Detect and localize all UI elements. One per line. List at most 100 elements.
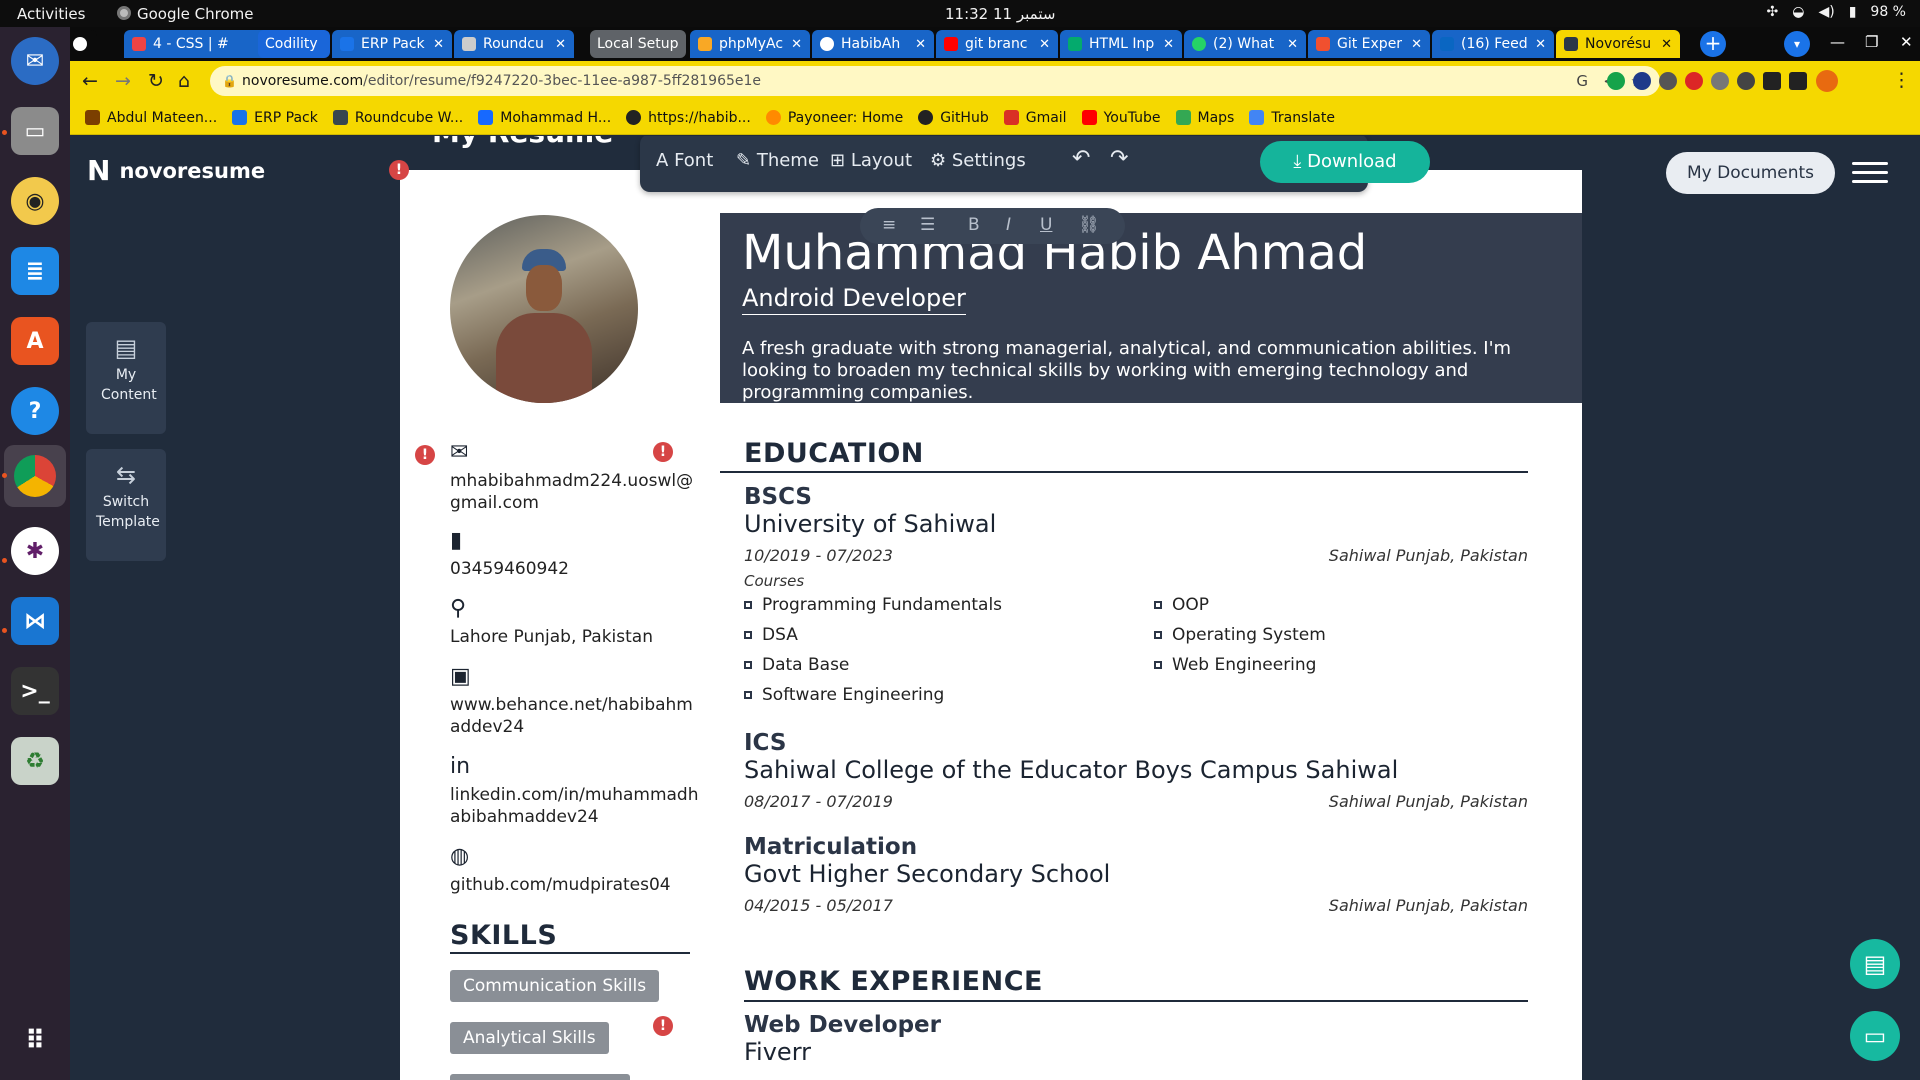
skills-heading[interactable]: SKILLS xyxy=(450,920,557,951)
error-indicator-icon[interactable]: ! xyxy=(389,160,409,180)
error-indicator-icon[interactable]: ! xyxy=(653,442,673,462)
close-icon[interactable]: ✕ xyxy=(1535,37,1546,52)
close-icon[interactable]: ✕ xyxy=(1661,37,1672,52)
extension-icon[interactable] xyxy=(1633,72,1651,90)
bookmark-item[interactable]: ERP Pack xyxy=(232,110,318,126)
work-title[interactable]: Web Developer xyxy=(744,1012,941,1038)
tab-9[interactable]: (2) What ✕ xyxy=(1184,30,1306,58)
tab-7[interactable]: git branc ✕ xyxy=(936,30,1058,58)
app-menu[interactable]: Google Chrome xyxy=(118,5,254,23)
bookmark-item[interactable]: GitHub xyxy=(918,110,989,126)
close-icon[interactable]: ✕ xyxy=(915,37,926,52)
show-apps-icon[interactable]: ⠿ xyxy=(11,1017,59,1065)
contact-location[interactable]: ⚲ Lahore Punjab, Pakistan xyxy=(450,598,700,648)
redo-icon[interactable]: ↷ xyxy=(1110,146,1128,171)
align-left-icon[interactable]: ≡ xyxy=(882,215,896,235)
contact-behance[interactable]: ▣ www.behance.net/habibahmaddev24 xyxy=(450,666,700,738)
education-dates[interactable]: 10/2019 - 07/2023 xyxy=(744,546,893,565)
new-tab-button[interactable]: + xyxy=(1700,31,1726,57)
contact-linkedin[interactable]: in linkedin.com/in/muhammadhabibahmaddev2… xyxy=(450,756,700,828)
education-dates[interactable]: 04/2015 - 05/2017 xyxy=(744,896,893,915)
tab-search-g[interactable] xyxy=(73,30,97,58)
course-item[interactable]: Operating System xyxy=(1154,625,1326,645)
tab-8[interactable]: HTML Inp ✕ xyxy=(1060,30,1182,58)
chat-floating-button[interactable]: ▭ xyxy=(1850,1011,1900,1061)
bookmark-item[interactable]: Translate xyxy=(1249,110,1335,126)
profile-avatar[interactable] xyxy=(1816,70,1838,92)
chrome-menu-icon[interactable]: ⋮ xyxy=(1892,69,1911,91)
slack-icon[interactable]: ✱ xyxy=(11,527,59,575)
bookmark-item[interactable]: Gmail xyxy=(1003,110,1067,126)
review-floating-button[interactable]: ▤ xyxy=(1850,939,1900,989)
underline-icon[interactable]: U xyxy=(1040,215,1052,235)
my-documents-button[interactable]: My Documents xyxy=(1666,152,1835,194)
tab-11[interactable]: (16) Feed ✕ xyxy=(1432,30,1554,58)
address-bar[interactable]: 🔒 novoresume.com/editor/resume/f9247220-… xyxy=(210,66,1660,96)
error-indicator-icon[interactable]: ! xyxy=(653,1016,673,1036)
bookmark-item[interactable]: Roundcube W... xyxy=(332,110,463,126)
course-item[interactable]: Programming Fundamentals xyxy=(744,595,1002,615)
skill-pill-partial[interactable] xyxy=(450,1074,630,1080)
tab-10[interactable]: Git Exper ✕ xyxy=(1308,30,1430,58)
bold-icon[interactable]: B xyxy=(968,215,980,235)
education-location[interactable]: Sahiwal Punjab, Pakistan xyxy=(1300,896,1528,915)
education-location[interactable]: Sahiwal Punjab, Pakistan xyxy=(1300,546,1528,565)
tab-5[interactable]: phpMyAc ✕ xyxy=(690,30,810,58)
education-dates[interactable]: 08/2017 - 07/2019 xyxy=(744,792,893,811)
work-company[interactable]: Fiverr xyxy=(744,1038,811,1066)
undo-icon[interactable]: ↶ xyxy=(1072,146,1090,171)
skill-pill[interactable]: Communication Skills xyxy=(450,970,660,1002)
vscode-icon[interactable]: ⋈ xyxy=(11,597,59,645)
italic-icon[interactable]: I xyxy=(1006,215,1011,235)
software-store-icon[interactable]: A xyxy=(11,317,59,365)
bookmark-item[interactable]: Mohammad H... xyxy=(478,110,611,126)
chrome-dock-icon[interactable] xyxy=(4,445,66,507)
forward-icon[interactable]: → xyxy=(115,70,131,92)
close-icon[interactable]: ✕ xyxy=(791,37,802,52)
course-item[interactable]: OOP xyxy=(1154,595,1209,615)
hamburger-menu-icon[interactable] xyxy=(1852,162,1888,189)
close-icon[interactable]: ✕ xyxy=(555,37,566,52)
bookmark-item[interactable]: Abdul Mateen... xyxy=(85,110,217,126)
bookmark-item[interactable]: Payoneer: Home xyxy=(765,110,903,126)
close-icon[interactable]: ✕ xyxy=(1163,37,1174,52)
education-degree[interactable]: ICS xyxy=(744,730,786,756)
extension-icon[interactable] xyxy=(1685,72,1703,90)
education-institution[interactable]: Govt Higher Secondary School xyxy=(744,860,1110,888)
reload-icon[interactable]: ↻ xyxy=(148,70,164,92)
novoresume-logo[interactable]: Nnovoresume xyxy=(87,154,265,187)
extension-icon[interactable] xyxy=(1737,72,1755,90)
education-location[interactable]: Sahiwal Punjab, Pakistan xyxy=(1300,792,1528,811)
skill-pill[interactable]: Analytical Skills xyxy=(450,1022,609,1054)
resume-role[interactable]: Android Developer xyxy=(742,284,966,315)
theme-button[interactable]: ✎ Theme xyxy=(736,150,819,171)
education-institution[interactable]: University of Sahiwal xyxy=(744,510,996,538)
tab-group-codility[interactable]: Codility xyxy=(258,30,330,58)
clock[interactable]: 11:32 11 ستمبر xyxy=(945,5,1055,23)
switch-template-button[interactable]: ⇆ Switch Template xyxy=(86,449,166,561)
minimize-button[interactable]: — xyxy=(1830,33,1845,51)
download-button[interactable]: ⤓ Download xyxy=(1260,141,1430,183)
activities-button[interactable]: Activities xyxy=(17,5,85,23)
course-item[interactable]: DSA xyxy=(744,625,798,645)
extensions-puzzle-icon[interactable] xyxy=(1763,72,1781,90)
tab-active-novoresume[interactable]: Novorésu ✕ xyxy=(1556,30,1680,58)
tab-2[interactable]: ERP Pack ✕ xyxy=(332,30,452,58)
resume-header[interactable]: Muhammad Habib Ahmad Android Developer A… xyxy=(720,213,1582,403)
tab-group-local-setup[interactable]: Local Setup xyxy=(590,30,686,58)
contact-github[interactable]: ◍ github.com/mudpirates04 xyxy=(450,846,700,896)
course-item[interactable]: Data Base xyxy=(744,655,849,675)
settings-button[interactable]: ⚙ Settings xyxy=(930,150,1026,171)
education-degree[interactable]: BSCS xyxy=(744,484,812,510)
course-item[interactable]: Software Engineering xyxy=(744,685,944,705)
thunderbird-icon[interactable]: ✉ xyxy=(11,37,59,85)
error-indicator-icon[interactable]: ! xyxy=(415,445,435,465)
close-window-button[interactable]: ✕ xyxy=(1900,33,1913,51)
my-content-button[interactable]: ▤ My Content xyxy=(86,322,166,434)
maximize-button[interactable]: ❐ xyxy=(1865,33,1878,51)
extension-icon[interactable] xyxy=(1607,72,1625,90)
font-button[interactable]: A Font xyxy=(656,150,713,171)
extension-icon[interactable] xyxy=(1659,72,1677,90)
link-icon[interactable]: ⛓ xyxy=(1078,215,1100,235)
close-icon[interactable]: ✕ xyxy=(433,37,444,52)
